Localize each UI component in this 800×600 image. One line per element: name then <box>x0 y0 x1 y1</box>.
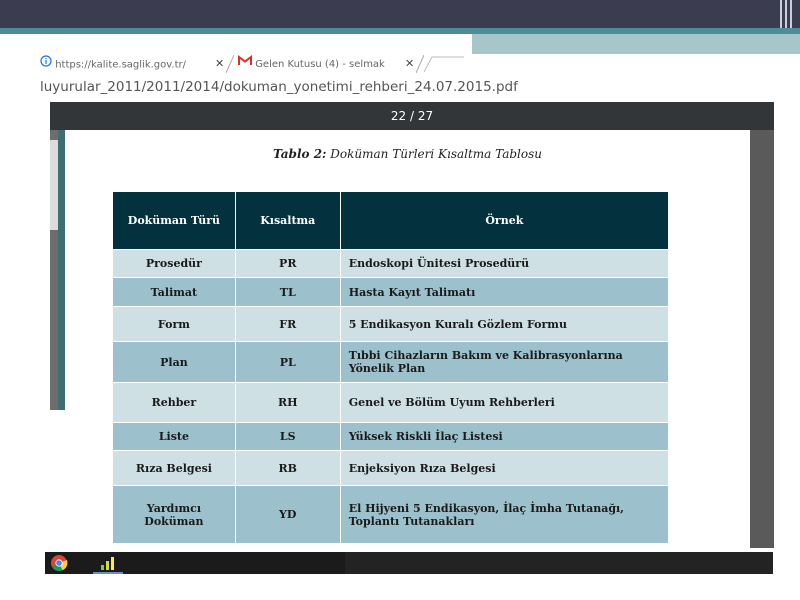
table-row: Rıza Belgesi RB Enjeksiyon Rıza Belgesi <box>112 450 670 486</box>
table-row: Yardımcı Doküman YD El Hijyeni 5 Endikas… <box>112 485 670 544</box>
cell-type: Yardımcı Doküman <box>112 485 236 544</box>
cell-type: Liste <box>112 422 236 451</box>
cell-type: Prosedür <box>112 249 236 278</box>
table-header-row: Doküman Türü Kısaltma Örnek <box>112 191 670 250</box>
cell-abbr: FR <box>234 306 341 342</box>
cell-abbr: PL <box>234 341 341 383</box>
taskbar <box>45 552 773 574</box>
app-icon[interactable] <box>99 555 117 571</box>
cell-abbr: LS <box>234 422 341 451</box>
header-document-type: Doküman Türü <box>112 191 236 250</box>
chrome-icon[interactable] <box>50 554 68 572</box>
pdf-toolbar: 22 / 27 <box>50 102 774 130</box>
close-icon[interactable]: ✕ <box>402 55 414 73</box>
table-row: Liste LS Yüksek Riskli İlaç Listesi <box>112 422 670 451</box>
cell-example: 5 Endikasyon Kuralı Gözlem Formu <box>339 306 670 342</box>
gmail-icon <box>238 55 252 73</box>
cell-abbr: RB <box>234 450 341 486</box>
cell-example: Endoskopi Ünitesi Prosedürü <box>339 249 670 278</box>
cell-abbr: PR <box>234 249 341 278</box>
browser-tab-label: https://kalite.saglik.gov.tr/ <box>55 59 186 71</box>
cell-type: Rehber <box>112 382 236 423</box>
header-example: Örnek <box>339 191 670 250</box>
table-row: Plan PL Tıbbi Cihazların Bakım ve Kalibr… <box>112 341 670 383</box>
cell-type: Rıza Belgesi <box>112 450 236 486</box>
close-icon[interactable]: ✕ <box>212 55 224 73</box>
cell-example: Genel ve Bölüm Uyum Rehberleri <box>339 382 670 423</box>
tab-separator <box>226 55 234 73</box>
cell-example: Yüksek Riskli İlaç Listesi <box>339 422 670 451</box>
slide-teal-block <box>472 34 800 54</box>
table-row: Rehber RH Genel ve Bölüm Uyum Rehberleri <box>112 382 670 423</box>
cell-abbr: TL <box>234 277 341 307</box>
cell-example: Tıbbi Cihazların Bakım ve Kalibrasyonlar… <box>339 341 670 383</box>
cell-example: El Hijyeni 5 Endikasyon, İlaç İmha Tutan… <box>339 485 670 544</box>
header-abbreviation: Kısaltma <box>234 191 341 250</box>
cell-example: Enjeksiyon Rıza Belgesi <box>339 450 670 486</box>
cell-type: Talimat <box>112 277 236 307</box>
cell-abbr: RH <box>234 382 341 423</box>
viewer-left-edge <box>50 130 65 410</box>
viewer-scrollbar[interactable] <box>750 130 774 548</box>
cell-type: Plan <box>112 341 236 383</box>
document-types-table: Doküman Türü Kısaltma Örnek Prosedür PR … <box>112 191 670 544</box>
cell-type: Form <box>112 306 236 342</box>
browser-tab-strip: https://kalite.saglik.gov.tr/ ✕ Gelen Ku… <box>40 55 740 73</box>
new-tab-button[interactable] <box>424 55 464 73</box>
table-row: Talimat TL Hasta Kayıt Talimatı <box>112 277 670 307</box>
browser-tab-label: Gelen Kutusu (4) - selmak <box>255 59 385 70</box>
table-caption: Tablo 2: Doküman Türleri Kısaltma Tablos… <box>65 147 750 161</box>
info-icon <box>40 55 52 73</box>
cell-example: Hasta Kayıt Talimatı <box>339 277 670 307</box>
caption-label: Tablo 2: <box>273 147 327 161</box>
slide-top-bar <box>0 0 800 28</box>
browser-tab-gmail[interactable]: Gelen Kutusu (4) - selmak <box>238 55 398 73</box>
page-counter: 22 / 27 <box>390 109 434 123</box>
address-bar[interactable]: luyurular_2011/2011/2014/dokuman_yonetim… <box>40 76 780 98</box>
caption-text: Doküman Türleri Kısaltma Tablosu <box>330 147 542 161</box>
table-row: Prosedür PR Endoskopi Ünitesi Prosedürü <box>112 249 670 278</box>
browser-tab-kalite[interactable]: https://kalite.saglik.gov.tr/ <box>40 55 210 73</box>
table-row: Form FR 5 Endikasyon Kuralı Gözlem Formu <box>112 306 670 342</box>
tab-separator <box>416 55 424 73</box>
active-app-indicator <box>93 572 123 574</box>
cell-abbr: YD <box>234 485 341 544</box>
